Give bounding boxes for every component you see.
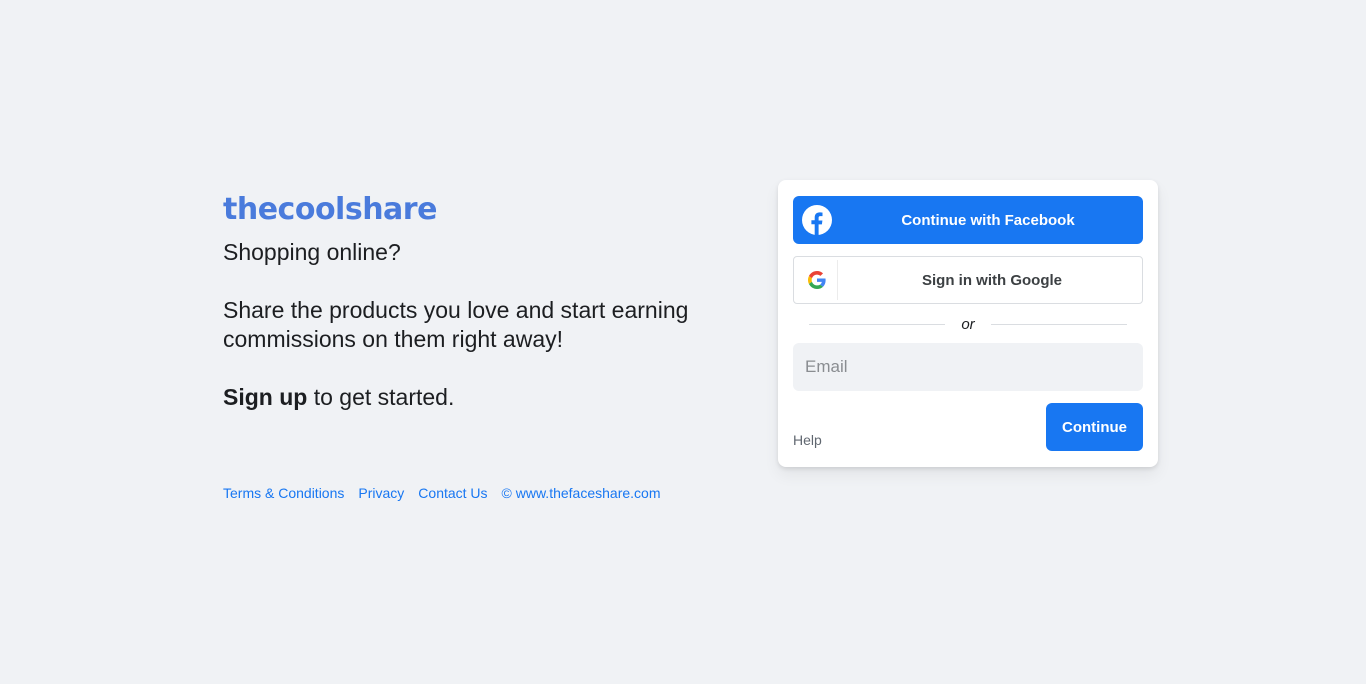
contact-us-link[interactable]: Contact Us <box>418 484 487 502</box>
facebook-button-label: Continue with Facebook <box>901 211 1075 229</box>
continue-button[interactable]: Continue <box>1046 403 1143 451</box>
copyright-link[interactable]: © www.thefaceshare.com <box>502 484 661 502</box>
help-link[interactable]: Help <box>793 432 822 448</box>
google-icon-box <box>797 260 838 300</box>
signup-prompt: Sign up to get started. <box>223 383 743 412</box>
continue-with-facebook-button[interactable]: Continue with Facebook <box>793 196 1143 244</box>
hero-pitch: Share the products you love and start ea… <box>223 297 689 352</box>
footer-links: Terms & Conditions Privacy Contact Us © … <box>223 484 660 502</box>
brand-logo: thecoolshare <box>223 192 437 227</box>
hero-tagline: Shopping online? <box>223 239 401 265</box>
terms-link[interactable]: Terms & Conditions <box>223 484 344 502</box>
sign-in-with-google-button[interactable]: Sign in with Google <box>793 256 1143 304</box>
divider-line-left <box>809 323 946 325</box>
email-field[interactable] <box>793 343 1143 391</box>
login-card: Continue with Facebook Sign in with Goog… <box>778 180 1158 467</box>
signup-bold: Sign up <box>223 384 308 410</box>
facebook-icon <box>802 205 832 235</box>
or-divider: or <box>809 314 1127 334</box>
privacy-link[interactable]: Privacy <box>358 484 404 502</box>
divider-or-text: or <box>961 315 975 333</box>
google-button-label: Sign in with Google <box>922 271 1062 289</box>
hero-section: thecoolshare Shopping online? Share the … <box>223 192 743 412</box>
signup-rest: to get started. <box>307 384 455 410</box>
divider-line-right <box>990 323 1127 325</box>
google-icon <box>808 271 826 289</box>
